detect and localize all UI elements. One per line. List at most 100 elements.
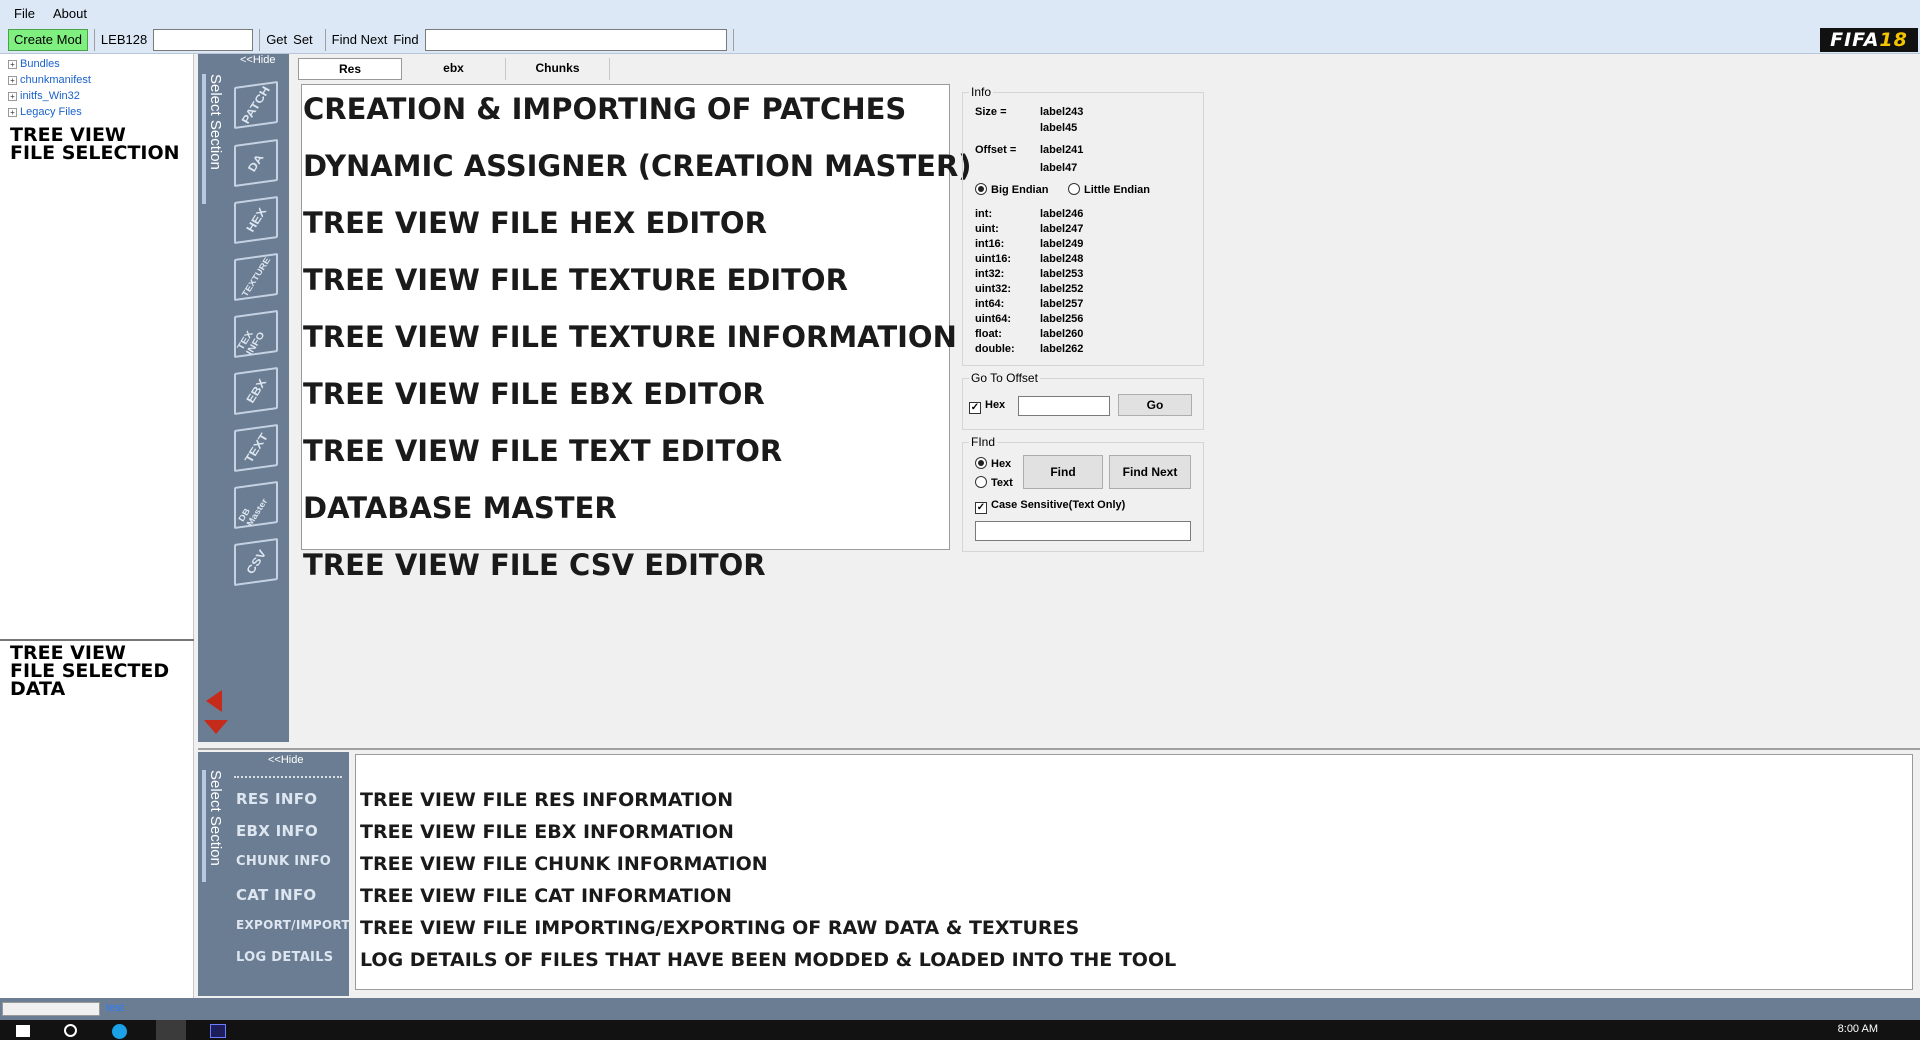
menu-file[interactable]: File bbox=[14, 6, 35, 21]
offset-value-1: label241 bbox=[1040, 144, 1084, 156]
tree-item-chunkmanifest[interactable]: + chunkmanifest bbox=[8, 72, 185, 88]
find-group-input[interactable] bbox=[975, 521, 1191, 541]
chunk-info-button[interactable]: CHUNK INFO bbox=[236, 854, 331, 869]
little-endian-radio[interactable]: Little Endian bbox=[1068, 183, 1150, 196]
type-int32-value: label253 bbox=[1040, 268, 1084, 280]
type-uint32-name: uint32: bbox=[975, 283, 1012, 295]
bottom-section-import-export: TREE VIEW FILE IMPORTING/EXPORTING OF RA… bbox=[360, 917, 1080, 939]
tab-res[interactable]: Res bbox=[298, 58, 402, 80]
log-details-button[interactable]: LOG DETAILS bbox=[236, 950, 333, 965]
tree-item-legacy-files[interactable]: + Legacy Files bbox=[8, 104, 185, 120]
windows-start-icon[interactable] bbox=[16, 1025, 30, 1037]
file-tree: + Bundles + chunkmanifest + initfs_Win32 + L… bbox=[0, 54, 193, 122]
tree-item-label: chunkmanifest bbox=[20, 74, 91, 86]
texture-info-icon[interactable]: TEX INFO bbox=[234, 309, 278, 359]
goto-hex-checkbox[interactable]: ✓ Hex bbox=[969, 399, 1005, 414]
hide-top-strip-button[interactable]: <<Hide bbox=[240, 54, 275, 66]
ebx-icon-label: EBX bbox=[243, 376, 269, 406]
big-endian-radio[interactable]: Big Endian bbox=[975, 183, 1048, 196]
find-group: FInd Hex Text Find Find Next ✓ Case Sensi… bbox=[962, 435, 1204, 552]
horizontal-splitter[interactable] bbox=[198, 748, 1920, 750]
search-icon[interactable] bbox=[64, 1024, 77, 1037]
goto-offset-input[interactable] bbox=[1018, 396, 1110, 416]
export-import-button[interactable]: EXPORT/IMPORT bbox=[236, 918, 350, 932]
taskbar: 8:00 AM bbox=[0, 1020, 1920, 1040]
bottom-section-strip: <<Hide Select Section RES INFO EBX INFO … bbox=[198, 752, 350, 996]
text-editor-icon[interactable]: TEXT bbox=[234, 423, 278, 473]
type-int64-value: label257 bbox=[1040, 298, 1084, 310]
menu-about[interactable]: About bbox=[53, 6, 87, 21]
bottom-section-log-details: LOG DETAILS OF FILES THAT HAVE BEEN MODD… bbox=[360, 949, 1177, 971]
expand-icon[interactable]: + bbox=[8, 107, 17, 117]
tree-item-bundles[interactable]: + Bundles bbox=[8, 56, 185, 72]
arrow-down-icon[interactable] bbox=[204, 720, 228, 734]
radio-icon[interactable] bbox=[975, 476, 987, 488]
dynamic-assigner-icon[interactable]: DA bbox=[234, 138, 278, 188]
expand-icon[interactable]: + bbox=[8, 75, 17, 85]
find-button[interactable]: Find bbox=[393, 32, 418, 47]
patch-icon-label: PATCH bbox=[238, 83, 274, 127]
ebx-editor-icon[interactable]: EBX bbox=[234, 366, 278, 416]
arrow-left-icon[interactable] bbox=[206, 690, 222, 712]
hex-editor-icon[interactable]: HEX bbox=[234, 195, 278, 245]
offset-label: Offset = bbox=[975, 144, 1017, 156]
big-endian-label: Big Endian bbox=[991, 184, 1049, 196]
expand-icon[interactable]: + bbox=[8, 91, 17, 101]
radio-selected-icon[interactable] bbox=[975, 183, 987, 195]
type-double-value: label262 bbox=[1040, 343, 1084, 355]
set-button[interactable]: Set bbox=[293, 32, 313, 47]
premiere-icon[interactable] bbox=[210, 1024, 226, 1038]
radio-selected-icon[interactable] bbox=[975, 457, 987, 469]
tree-item-label: Bundles bbox=[20, 58, 60, 70]
goto-hex-label: Hex bbox=[985, 399, 1006, 411]
section-texture-editor: TREE VIEW FILE TEXTURE EDITOR bbox=[303, 263, 848, 297]
find-group-find-next-button[interactable]: Find Next bbox=[1109, 455, 1191, 489]
select-section-label: Select Section bbox=[202, 74, 224, 204]
skype-icon[interactable] bbox=[112, 1024, 127, 1039]
ebx-info-button[interactable]: EBX INFO bbox=[236, 822, 318, 840]
left-panel-splitter[interactable] bbox=[0, 639, 194, 641]
leb128-input[interactable] bbox=[153, 28, 254, 51]
type-uint64-name: uint64: bbox=[975, 313, 1012, 325]
find-text-radio[interactable]: Text bbox=[975, 476, 1013, 489]
tab-ebx[interactable]: ebx bbox=[402, 58, 506, 80]
section-text-editor: TREE VIEW FILE TEXT EDITOR bbox=[303, 434, 783, 468]
menu-bar: File About bbox=[0, 0, 1920, 26]
hide-bottom-strip-button[interactable]: <<Hide bbox=[268, 754, 303, 766]
go-button[interactable]: Go bbox=[1118, 394, 1192, 416]
cat-info-button[interactable]: CAT INFO bbox=[236, 886, 316, 904]
taskbar-clock: 8:00 AM bbox=[1837, 1023, 1878, 1035]
find-hex-label: Hex bbox=[991, 458, 1012, 470]
tab-chunks[interactable]: Chunks bbox=[506, 58, 610, 80]
type-int32-name: int32: bbox=[975, 268, 1005, 280]
checkbox-checked-icon[interactable]: ✓ bbox=[969, 402, 981, 414]
expand-icon[interactable]: + bbox=[8, 59, 17, 69]
find-next-button[interactable]: Find Next bbox=[332, 32, 388, 47]
strip-divider bbox=[234, 776, 342, 778]
goto-offset-title: Go To Offset bbox=[969, 371, 1040, 385]
toolbar-find-input[interactable] bbox=[424, 28, 727, 51]
res-info-button[interactable]: RES INFO bbox=[236, 790, 317, 808]
type-uint-value: label247 bbox=[1040, 223, 1084, 235]
tree-item-initfs[interactable]: + initfs_Win32 bbox=[8, 88, 185, 104]
checkbox-checked-icon[interactable]: ✓ bbox=[975, 502, 987, 514]
case-sensitive-checkbox[interactable]: ✓ Case Sensitive(Text Only) bbox=[975, 499, 1125, 514]
patch-icon[interactable]: PATCH bbox=[234, 80, 278, 130]
create-mod-button[interactable]: Create Mod bbox=[8, 28, 88, 51]
top-section-strip: <<Hide Select Section PATCH DA HEX TEXTU… bbox=[198, 54, 289, 742]
get-button[interactable]: Get bbox=[266, 32, 287, 47]
radio-icon[interactable] bbox=[1068, 183, 1080, 195]
da-icon-label: DA bbox=[245, 151, 267, 175]
tree-view-label-line2: FILE SELECTION bbox=[10, 142, 180, 164]
csv-editor-icon[interactable]: CSV bbox=[234, 537, 278, 587]
texture-editor-icon[interactable]: TEXTURE bbox=[234, 252, 278, 302]
leb128-label: LEB128 bbox=[100, 32, 148, 47]
type-int16-name: int16: bbox=[975, 238, 1005, 250]
section-ebx-editor: TREE VIEW FILE EBX EDITOR bbox=[303, 377, 765, 411]
app-icon[interactable] bbox=[156, 1020, 186, 1040]
find-group-find-button[interactable]: Find bbox=[1023, 455, 1103, 489]
toolbar-separator bbox=[93, 28, 95, 51]
find-hex-radio[interactable]: Hex bbox=[975, 457, 1011, 470]
logo-text-right: 18 bbox=[1879, 29, 1908, 51]
database-master-icon[interactable]: DB Master bbox=[234, 480, 278, 530]
